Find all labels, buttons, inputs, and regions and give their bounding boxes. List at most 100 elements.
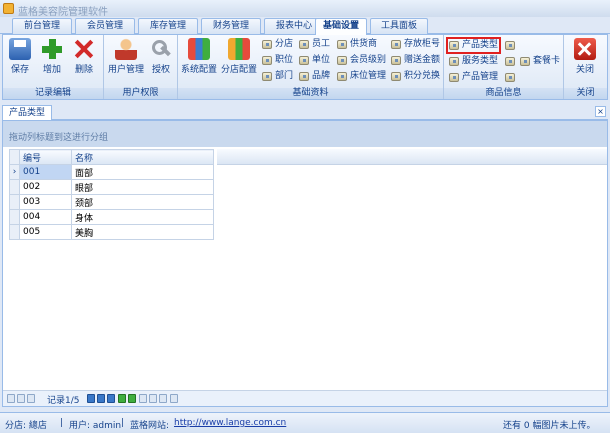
edit-icon[interactable] (139, 394, 147, 403)
locker-button[interactable]: 存放柜号 (391, 38, 440, 51)
cell-code[interactable]: 002 (19, 179, 72, 195)
table-row[interactable]: 004 身体 (9, 209, 214, 225)
product-type-button[interactable]: 产品类型 (449, 39, 498, 52)
tab-tools[interactable]: 工具面板 (370, 18, 428, 34)
row-indicator (9, 194, 20, 210)
upload-status-text: 还有 0 幅图片未上传。 (503, 421, 596, 431)
cell-name[interactable]: 眼部 (71, 179, 214, 195)
tab-members[interactable]: 会员管理 (75, 18, 135, 34)
package-card-button[interactable]: 套餐卡 (520, 55, 560, 68)
cell-name[interactable]: 颈部 (71, 194, 214, 210)
config-icon (391, 56, 401, 65)
record-navigator: 记录1/5 (3, 390, 607, 406)
extra-config-button[interactable] (505, 55, 518, 68)
doc-tab-product-type[interactable]: 产品类型 (2, 105, 52, 120)
doc-close-icon[interactable]: × (595, 106, 606, 117)
config-icon (449, 73, 459, 82)
tab-inventory[interactable]: 库存管理 (138, 18, 198, 34)
group-by-area[interactable]: 拖动列标题到这进行分组 (3, 121, 607, 147)
prev-record-icon[interactable] (27, 394, 35, 403)
table-row[interactable]: 003 颈部 (9, 194, 214, 210)
user-management-button[interactable]: 用户管理 (107, 38, 145, 82)
delete-x-icon (73, 38, 95, 60)
config-icon (337, 56, 347, 65)
append-icon[interactable] (118, 394, 126, 403)
post-check-icon[interactable] (149, 394, 157, 403)
remove-icon[interactable] (128, 394, 136, 403)
branch-button[interactable]: 分店 (262, 38, 293, 51)
config-icon (449, 41, 459, 50)
brand-button[interactable]: 品牌 (299, 70, 330, 83)
delete-button[interactable]: 删除 (71, 38, 97, 82)
config-icon (337, 40, 347, 49)
bed-management-button[interactable]: 床位管理 (337, 70, 386, 83)
grid-header-fill (217, 149, 607, 165)
group-hint: 拖动列标题到这进行分组 (9, 133, 109, 143)
product-management-button[interactable]: 产品管理 (449, 71, 498, 84)
grid-header-row: 编号 名称 (9, 149, 214, 165)
filter-icon[interactable] (170, 394, 178, 403)
cubes-icon (228, 38, 250, 60)
save-button[interactable]: 保存 (7, 38, 33, 82)
tab-front-desk[interactable]: 前台管理 (12, 18, 72, 34)
group-label-basic-data: 基础资料 (178, 88, 443, 99)
config-icon (337, 72, 347, 81)
website-link[interactable]: http://www.lange.com.cn (174, 418, 286, 428)
row-indicator (9, 224, 20, 240)
config-icon (505, 41, 515, 50)
next-record-icon[interactable] (87, 394, 95, 403)
cell-code[interactable]: 004 (19, 209, 72, 225)
column-header-code[interactable]: 编号 (19, 149, 72, 165)
service-type-button[interactable]: 服务类型 (449, 55, 498, 68)
cell-name[interactable]: 美胸 (71, 224, 214, 240)
record-counter: 记录1/5 (47, 396, 80, 406)
table-row[interactable]: 005 美胸 (9, 224, 214, 240)
extra-config-button[interactable] (505, 39, 518, 52)
config-icon (262, 72, 272, 81)
position-button[interactable]: 职位 (262, 54, 293, 67)
ribbon: 保存 增加 删除 记录编辑 用户管理 授权 用户权限 系统配置 分店配置 分店 … (2, 34, 608, 100)
tab-basic-settings[interactable]: 基础设置 (315, 18, 367, 35)
status-site-label: 蓝格网站: (130, 421, 170, 431)
points-exchange-button[interactable]: 积分兑换 (391, 70, 440, 83)
extra-config-button[interactable] (505, 71, 518, 84)
staff-button[interactable]: 员工 (299, 38, 330, 51)
member-level-button[interactable]: 会员级别 (337, 54, 386, 67)
next-page-icon[interactable] (97, 394, 105, 403)
cell-code[interactable]: 003 (19, 194, 72, 210)
cell-code[interactable]: 005 (19, 224, 72, 240)
tab-finance[interactable]: 财务管理 (201, 18, 261, 34)
last-record-icon[interactable] (107, 394, 115, 403)
system-config-button[interactable]: 系统配置 (180, 38, 218, 82)
table-row[interactable]: 002 眼部 (9, 179, 214, 195)
save-icon (9, 38, 31, 60)
prev-page-icon[interactable] (17, 394, 25, 403)
close-button[interactable]: 关闭 (571, 38, 599, 82)
config-icon (391, 72, 401, 81)
group-label-product-info: 商品信息 (444, 88, 563, 99)
cell-code[interactable]: 001 (19, 164, 72, 180)
authorize-button[interactable]: 授权 (148, 38, 174, 82)
column-header-name[interactable]: 名称 (71, 149, 214, 165)
main-tabs: 前台管理 会员管理 库存管理 财务管理 报表中心 基础设置 工具面板 (0, 17, 610, 35)
user-icon (115, 38, 137, 60)
department-button[interactable]: 部门 (262, 70, 293, 83)
config-icon (262, 40, 272, 49)
table-row[interactable]: › 001 面部 (9, 164, 214, 180)
group-product-info: 产品类型 服务类型 套餐卡 产品管理 商品信息 (444, 35, 564, 99)
row-indicator (9, 179, 20, 195)
unit-button[interactable]: 单位 (299, 54, 330, 67)
key-icon (150, 38, 172, 60)
app-title: 蓝格美容院管理软件 (18, 7, 108, 18)
first-record-icon[interactable] (7, 394, 15, 403)
cancel-x-icon[interactable] (159, 394, 167, 403)
add-button[interactable]: 增加 (39, 38, 65, 82)
gift-amount-button[interactable]: 赠送金额 (391, 54, 440, 67)
group-basic-data: 系统配置 分店配置 分店 员工 供货商 存放柜号 职位 单位 会员级别 赠送金额… (178, 35, 444, 99)
status-separator: | (121, 418, 125, 428)
supplier-button[interactable]: 供货商 (337, 38, 377, 51)
branch-config-button[interactable]: 分店配置 (220, 38, 258, 82)
cell-name[interactable]: 面部 (71, 164, 214, 180)
cell-name[interactable]: 身体 (71, 209, 214, 225)
config-icon (505, 73, 515, 82)
